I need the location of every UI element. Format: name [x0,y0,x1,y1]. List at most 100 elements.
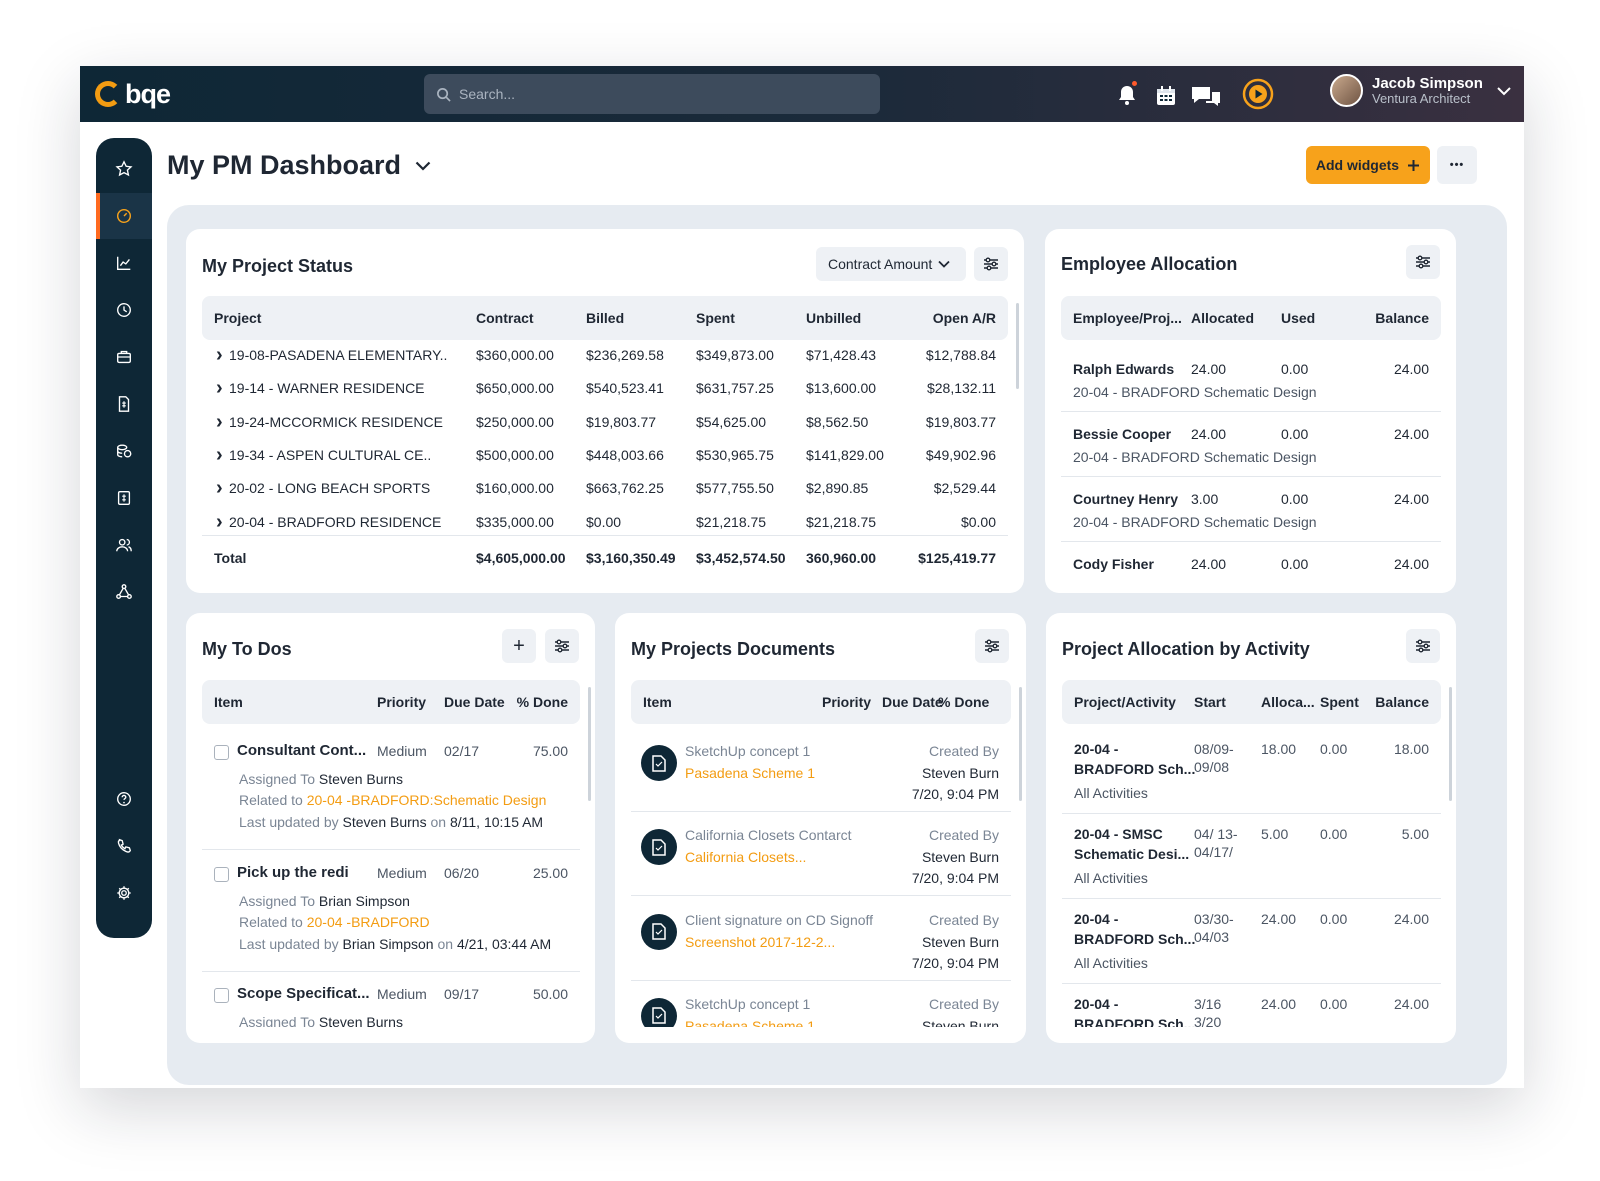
activity-row[interactable]: 20-04 - SMSC Schematic Desi... All Activit… [1062,824,1441,904]
document-item[interactable]: California Closets Contarct California Cl… [631,821,1011,901]
calendar-icon[interactable] [1154,84,1178,108]
sidebar-item-time[interactable] [96,287,152,333]
table-row[interactable]: › 19-24-MCCORMICK RESIDENCE $250,000.00 $19… [202,412,1008,444]
filter-button[interactable] [1406,245,1440,279]
col-employee[interactable]: Employee/Proj... [1073,310,1182,326]
col-open-ar[interactable]: Open A/R [933,310,996,326]
document-item[interactable]: SketchUp concept 1 Pasadena Scheme 1 Creat… [631,737,1011,817]
col-allocated[interactable]: Alloca... [1261,694,1315,710]
page-title[interactable]: My PM Dashboard [167,150,431,181]
related-link[interactable]: 20-04 -BRADFORD:Schematic Design [307,792,547,808]
sidebar-item-dashboard[interactable] [96,193,152,239]
assigned-name[interactable]: Steven Burns [319,771,403,787]
filter-button[interactable] [545,629,579,663]
sidebar-item-help[interactable] [96,776,152,822]
col-item[interactable]: Item [214,694,243,710]
chevron-right-icon[interactable]: › [216,445,223,465]
col-contract[interactable]: Contract [476,310,534,326]
col-unbilled[interactable]: Unbilled [806,310,861,326]
document-link[interactable]: Screenshot 2017-12-2... [685,934,835,950]
col-billed[interactable]: Billed [586,310,624,326]
document-link[interactable]: California Closets... [685,849,806,865]
sidebar-item-integrations[interactable] [96,569,152,615]
activity-row[interactable]: 20-04 - BRADFORD Sch... All Activities 08/0… [1062,739,1441,819]
table-row[interactable]: › 19-14 - WARNER RESIDENCE $650,000.00 $540… [202,378,1008,410]
related-link[interactable]: 20-04 -BRADFORD [307,914,430,930]
col-balance[interactable]: Balance [1375,694,1429,710]
col-priority[interactable]: Priority [822,694,871,710]
scrollbar[interactable] [1019,687,1022,801]
user-menu[interactable]: Jacob Simpson Ventura Architect [1330,74,1511,107]
sidebar-item-settings[interactable] [96,870,152,916]
notification-bell-icon[interactable] [1115,81,1139,107]
chevron-right-icon[interactable]: › [216,512,223,530]
chevron-right-icon[interactable]: › [216,378,223,398]
col-used[interactable]: Used [1281,310,1315,326]
scrollbar[interactable] [588,687,591,801]
table-row[interactable]: › 19-08-PASADENA ELEMENTARY.. $360,000.00 $… [202,345,1008,377]
sidebar-item-reports[interactable] [96,240,152,286]
chevron-right-icon[interactable]: › [216,412,223,432]
scrollbar[interactable] [1449,687,1452,801]
document-link[interactable]: Pasadena Scheme 1 [685,765,815,781]
col-done[interactable]: % Done [517,694,568,710]
col-done[interactable]: % Done [938,694,989,710]
add-todo-button[interactable]: + [502,629,536,663]
col-due-date[interactable]: Due Date [444,694,505,710]
logo[interactable]: bqe [95,77,171,111]
todo-title[interactable]: Consultant Cont... [237,742,366,759]
todo-item[interactable]: Consultant Cont... Medium 02/17 75.00 Assign… [202,739,580,854]
col-start[interactable]: Start [1194,694,1226,710]
sidebar-item-support[interactable] [96,823,152,869]
col-balance[interactable]: Balance [1375,310,1429,326]
filter-button[interactable] [975,629,1009,663]
col-priority[interactable]: Priority [377,694,426,710]
document-link[interactable]: Pasadena Scheme 1 [685,1018,815,1027]
col-spent[interactable]: Spent [1320,694,1359,710]
add-widgets-button[interactable]: Add widgets [1306,146,1430,184]
more-options-button[interactable]: ••• [1437,146,1477,184]
list-item[interactable]: Courtney Henry 3.00 0.00 24.00 20-04 - BRADF… [1061,491,1441,551]
sidebar-item-invoices[interactable] [96,381,152,427]
table-row[interactable]: › 20-04 - BRADFORD RESIDENCE $335,000.00 $0… [202,512,1008,530]
list-item[interactable]: Ralph Edwards 24.00 0.00 24.00 20-04 - BRADF… [1061,361,1441,421]
chevron-right-icon[interactable]: › [216,478,223,498]
sidebar-item-projects[interactable] [96,334,152,380]
checkbox[interactable] [214,745,229,760]
col-due-date[interactable]: Due Date [882,694,943,710]
document-item[interactable]: Client signature on CD Signoff Screenshot… [631,906,1011,986]
assigned-name[interactable]: Brian Simpson [319,893,410,909]
filter-button[interactable] [1406,629,1440,663]
checkbox[interactable] [214,866,229,882]
assigned-name[interactable]: Steven Burns [319,1014,403,1027]
sidebar-item-favorites[interactable] [96,146,152,192]
sidebar-item-billing[interactable] [96,428,152,474]
todo-item[interactable]: Pick up the redi Medium 06/20 25.00 Assigned… [202,861,580,976]
contract-amount-dropdown[interactable]: Contract Amount [816,247,966,281]
chevron-right-icon[interactable]: › [216,345,223,365]
todo-item[interactable]: Scope Specificat... Medium 09/17 50.00 Assig… [202,982,580,1027]
table-row[interactable]: › 20-02 - LONG BEACH SPORTS $160,000.00 $66… [202,478,1008,510]
col-item[interactable]: Item [643,694,672,710]
activity-row[interactable]: 20-04 - BRADFORD Sch... All Activities 03/3… [1062,909,1441,989]
search-input[interactable]: Search... [424,74,880,114]
col-allocated[interactable]: Allocated [1191,310,1254,326]
table-row[interactable]: › 19-34 - ASPEN CULTURAL CE.. $500,000.00 $… [202,445,1008,477]
checkbox[interactable] [214,988,229,1003]
sidebar-item-expenses[interactable] [96,475,152,521]
list-item[interactable]: Cody Fisher 24.00 0.00 24.00 [1061,556,1441,593]
sidebar-item-people[interactable] [96,522,152,568]
plus-icon: + [513,635,525,657]
todo-title[interactable]: Scope Specificat... [237,985,370,1002]
timer-play-icon[interactable] [1241,77,1275,111]
scrollbar[interactable] [1016,303,1019,389]
col-spent[interactable]: Spent [696,310,735,326]
col-project[interactable]: Project [214,310,261,326]
filter-button[interactable] [974,247,1008,281]
todo-title[interactable]: Pick up the redi [237,864,349,881]
list-item[interactable]: Bessie Cooper 24.00 0.00 24.00 20-04 - BRADF… [1061,426,1441,486]
col-project-activity[interactable]: Project/Activity [1074,694,1176,710]
activity-row[interactable]: 20-04 -BRADFORD Sch...All Activities3/16… [1062,994,1441,1027]
document-item[interactable]: SketchUp concept 1 Pasadena Scheme 1 Creat… [631,990,1011,1027]
chat-icon[interactable] [1190,84,1222,108]
